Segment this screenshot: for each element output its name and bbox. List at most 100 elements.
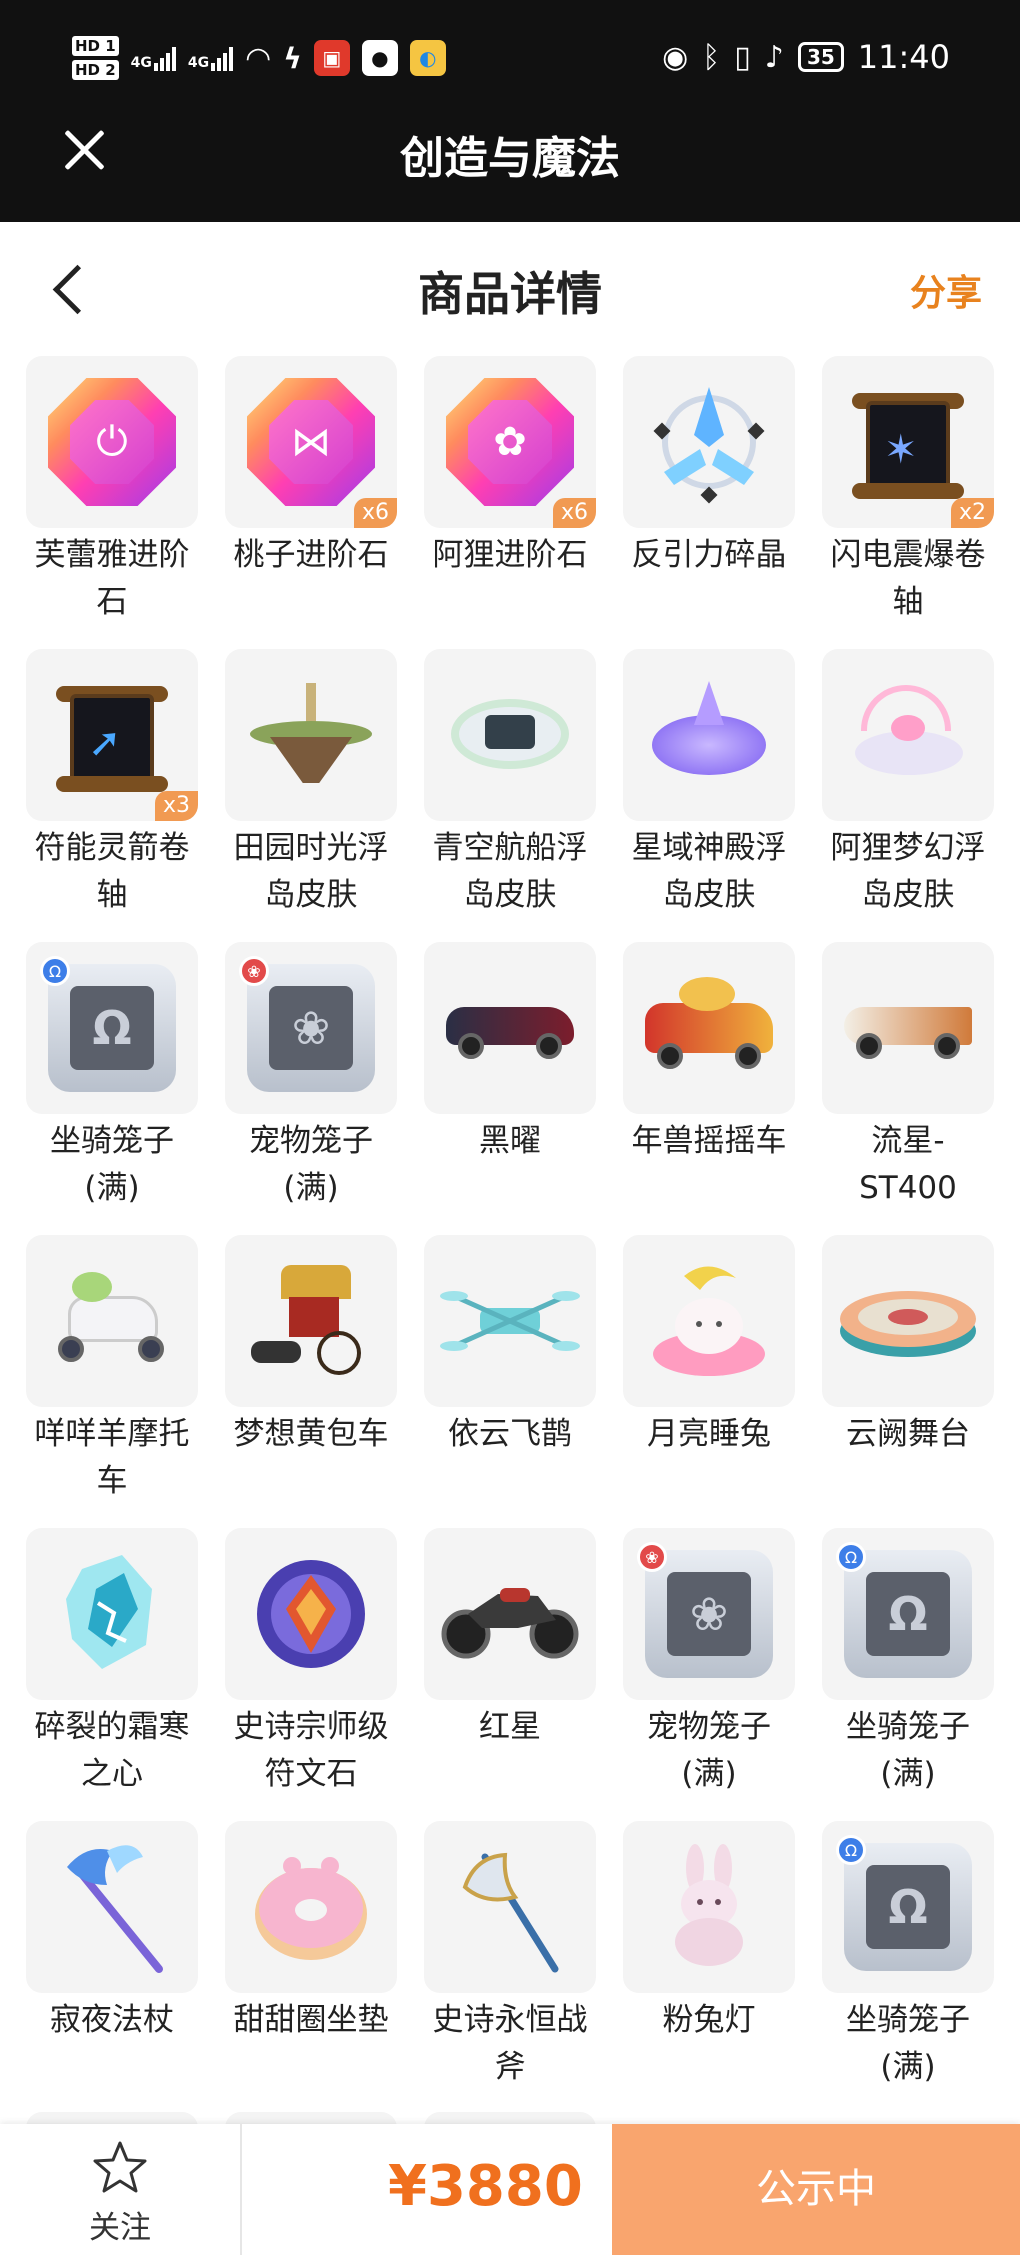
- item-thumb: [26, 1235, 198, 1407]
- item-thumb: ❀ ❀: [225, 942, 397, 1114]
- app-notification-icon: ▣: [313, 40, 350, 76]
- item-thumb: [623, 942, 795, 1114]
- item-thumb: [822, 942, 994, 1114]
- item-card[interactable]: ΩΩ 坐骑笼子(满): [26, 942, 198, 1235]
- item-name: 芙蕾雅进阶石: [34, 537, 190, 620]
- item-name: 云阙舞台: [846, 1416, 970, 1452]
- stage-icon: [840, 1291, 976, 1357]
- item-card[interactable]: 反引力碎晶: [623, 356, 795, 649]
- item-card[interactable]: 依云飞鹊: [424, 1235, 596, 1528]
- item-thumb: [623, 1235, 795, 1407]
- item-name: 星域神殿浮岛皮肤: [631, 830, 787, 913]
- item-card[interactable]: 史诗永恒战斧: [424, 1821, 596, 2114]
- floating-island-icon: [443, 675, 577, 795]
- mute-bell-icon: ♪: [764, 39, 784, 75]
- item-name: 流星-ST400: [859, 1123, 957, 1206]
- item-thumb: ➚ x3: [26, 649, 198, 821]
- item-card[interactable]: 云阙舞台: [822, 1235, 994, 1528]
- page-header: 商品详情 分享: [0, 222, 1020, 352]
- item-name: 咩咩羊摩托车: [34, 1416, 190, 1499]
- item-name: 闪电震爆卷轴: [830, 537, 986, 620]
- item-card[interactable]: 碎裂的霜寒之心: [26, 1528, 198, 1821]
- item-name: 阿狸进阶石: [432, 537, 588, 573]
- item-card[interactable]: ⋈ x6 桃子进阶石: [225, 356, 397, 649]
- motorcycle-icon: [42, 1266, 182, 1376]
- item-thumb: ΩΩ: [822, 1821, 994, 1993]
- item-card[interactable]: 史诗宗师级符文石: [225, 1528, 397, 1821]
- motorcycle-icon: [441, 1588, 579, 1659]
- item-thumb: [225, 1528, 397, 1700]
- wifi-icon: ◠: [245, 40, 272, 76]
- item-card[interactable]: 流星-ST400: [822, 942, 994, 1235]
- item-card[interactable]: ❀ ❀ 宠物笼子(满): [225, 942, 397, 1235]
- battle-axe-icon: [462, 1852, 559, 1973]
- mount-cage-icon: ΩΩ: [40, 956, 176, 1092]
- mount-cage-icon: ΩΩ: [836, 1835, 972, 1971]
- signal-bars-icon: [153, 45, 176, 71]
- item-card[interactable]: ✿ x6 阿狸进阶石: [424, 356, 596, 649]
- item-card[interactable]: 年兽摇摇车: [623, 942, 795, 1235]
- item-card[interactable]: 甜甜圈坐垫: [225, 1821, 397, 2114]
- item-name: 宠物笼子(满): [647, 1709, 771, 1792]
- item-card[interactable]: ✶ x2 闪电震爆卷轴: [822, 356, 994, 649]
- bluetooth-icon: ᛒ: [702, 39, 721, 75]
- signal-2: 4G: [188, 45, 234, 71]
- item-card[interactable]: 咩咩羊摩托车: [26, 1235, 198, 1528]
- donut-cushion-icon: [255, 1857, 367, 1960]
- item-card[interactable]: 田园时光浮岛皮肤: [225, 649, 397, 942]
- moon-rabbit-icon: [653, 1266, 765, 1376]
- item-card[interactable]: ΩΩ 坐骑笼子(满): [822, 1821, 994, 2114]
- car-icon: [440, 993, 580, 1063]
- item-card[interactable]: 青空航船浮岛皮肤: [424, 649, 596, 942]
- item-card[interactable]: 月亮睡兔: [623, 1235, 795, 1528]
- status-left: HD 1 HD 2 4G 4G ◠ ϟ ▣ ● ◐: [72, 34, 446, 82]
- hd2-label: HD 2: [72, 60, 119, 80]
- drone-icon: [440, 1291, 580, 1351]
- item-name: 宠物笼子(满): [249, 1123, 373, 1206]
- item-thumb: [225, 1821, 397, 1993]
- item-thumb: [424, 649, 596, 821]
- quantity-badge: x2: [950, 498, 994, 528]
- share-button[interactable]: 分享: [910, 264, 982, 316]
- item-card[interactable]: 阿狸梦幻浮岛皮肤: [822, 649, 994, 942]
- item-thumb: [822, 1235, 994, 1407]
- item-name: 阿狸梦幻浮岛皮肤: [830, 830, 986, 913]
- item-card[interactable]: ❀ ❀ 宠物笼子(满): [623, 1528, 795, 1821]
- item-card[interactable]: 梦想黄包车: [225, 1235, 397, 1528]
- clock: 11:40: [857, 38, 950, 76]
- item-thumb: [26, 1821, 198, 1993]
- item-name: 坐骑笼子(满): [846, 1709, 970, 1792]
- item-name: 甜甜圈坐垫: [233, 2002, 389, 2038]
- item-card[interactable]: 粉兔灯: [623, 1821, 795, 2114]
- item-thumb: [623, 649, 795, 821]
- item-card[interactable]: 寂夜法杖: [26, 1821, 198, 2114]
- item-card[interactable]: ⏻ 芙蕾雅进阶石: [26, 356, 198, 649]
- item-card[interactable]: 红星: [424, 1528, 596, 1821]
- charging-bolt-icon: ϟ: [283, 41, 302, 75]
- public-notice-button[interactable]: 公示中: [612, 2124, 1020, 2255]
- follow-button[interactable]: 关注: [0, 2124, 242, 2255]
- scroll-icon: ✶: [848, 387, 968, 499]
- mount-cage-icon: ΩΩ: [836, 1542, 972, 1678]
- advance-stone-icon: ✿: [446, 378, 574, 506]
- item-card[interactable]: 星域神殿浮岛皮肤: [623, 649, 795, 942]
- car-icon: [639, 973, 779, 1083]
- item-name: 田园时光浮岛皮肤: [233, 830, 389, 913]
- eye-icon: ◉: [662, 39, 689, 75]
- item-card[interactable]: ΩΩ 坐骑笼子(满): [822, 1528, 994, 1821]
- bunny-lamp-icon: [675, 1844, 743, 1966]
- item-thumb: ✶ x2: [822, 356, 994, 528]
- item-name: 史诗宗师级符文石: [233, 1709, 389, 1792]
- item-thumb: ⏻: [26, 356, 198, 528]
- item-thumb: [822, 649, 994, 821]
- item-name: 史诗永恒战斧: [432, 2002, 588, 2085]
- item-card[interactable]: ➚ x3 符能灵箭卷轴: [26, 649, 198, 942]
- item-name: 年兽摇摇车: [631, 1123, 787, 1159]
- item-thumb: [623, 1821, 795, 1993]
- floating-island-icon: [244, 675, 378, 795]
- bottom-bar: 关注 ¥3880 公示中: [0, 2124, 1020, 2255]
- item-card[interactable]: 黑曜: [424, 942, 596, 1235]
- item-thumb: [225, 649, 397, 821]
- quantity-badge: x6: [552, 498, 596, 528]
- signal-bars-icon: [211, 45, 234, 71]
